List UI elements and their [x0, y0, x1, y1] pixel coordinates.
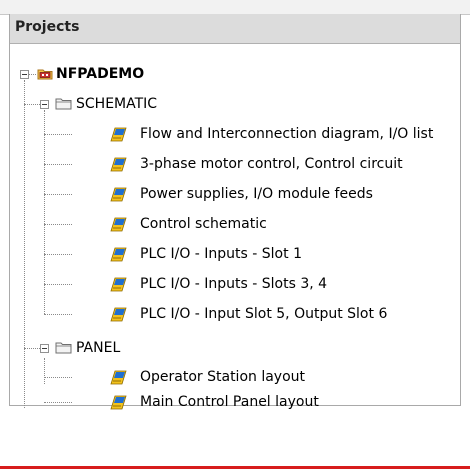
- tree-item-drawing[interactable]: Main Control Panel layout: [140, 393, 319, 411]
- drawing-icon: [110, 247, 127, 262]
- drawing-icon: [110, 370, 127, 385]
- projects-panel: Projects NFPADEMO SCHEMATIC Flow and Int…: [9, 14, 461, 410]
- tree-item-drawing[interactable]: 3-phase motor control, Control circuit: [140, 155, 403, 173]
- tree-branch: [24, 348, 40, 349]
- collapse-toggle-schematic[interactable]: [40, 100, 49, 109]
- tree-item-drawing[interactable]: PLC I/O - Inputs - Slot 1: [140, 245, 302, 263]
- project-tree: NFPADEMO SCHEMATIC Flow and Interconnect…: [10, 44, 460, 410]
- tree-item-drawing[interactable]: PLC I/O - Input Slot 5, Output Slot 6: [140, 305, 387, 323]
- tree-item-drawing[interactable]: Operator Station layout: [140, 368, 305, 386]
- tree-item-panel[interactable]: PANEL: [76, 339, 120, 357]
- tree-item-drawing[interactable]: Power supplies, I/O module feeds: [140, 185, 373, 203]
- folder-icon: [55, 342, 72, 354]
- tree-item-drawing[interactable]: PLC I/O - Inputs - Slots 3, 4: [140, 275, 327, 293]
- drawing-icon: [110, 307, 127, 322]
- tree-item-drawing[interactable]: Control schematic: [140, 215, 267, 233]
- top-strip: [0, 0, 470, 15]
- tree-item-schematic[interactable]: SCHEMATIC: [76, 95, 157, 113]
- drawing-icon: [110, 187, 127, 202]
- tree-guide-panel: [44, 358, 45, 384]
- drawing-icon: [110, 127, 127, 142]
- tree-item-drawing[interactable]: Flow and Interconnection diagram, I/O li…: [140, 125, 433, 143]
- tree-branch: [44, 377, 72, 378]
- tree-branch: [24, 104, 40, 105]
- tree-branch: [44, 224, 72, 225]
- tree-item-project[interactable]: NFPADEMO: [56, 65, 144, 83]
- tree-branch: [44, 194, 72, 195]
- panel-title: Projects: [10, 14, 460, 44]
- drawing-icon: [110, 395, 127, 410]
- tree-branch: [44, 164, 72, 165]
- tree-guide-root: [24, 80, 25, 408]
- tree-branch: [44, 134, 72, 135]
- drawing-icon: [110, 157, 127, 172]
- tree-branch: [44, 284, 72, 285]
- project-folder-icon: [37, 69, 53, 80]
- tree-branch: [44, 254, 72, 255]
- drawing-icon: [110, 217, 127, 232]
- drawing-icon: [110, 277, 127, 292]
- collapse-toggle-project[interactable]: [20, 70, 29, 79]
- collapse-toggle-panel[interactable]: [40, 344, 49, 353]
- tree-branch: [29, 74, 36, 75]
- tree-branch: [44, 402, 72, 403]
- folder-icon: [55, 98, 72, 110]
- tree-branch: [44, 314, 72, 315]
